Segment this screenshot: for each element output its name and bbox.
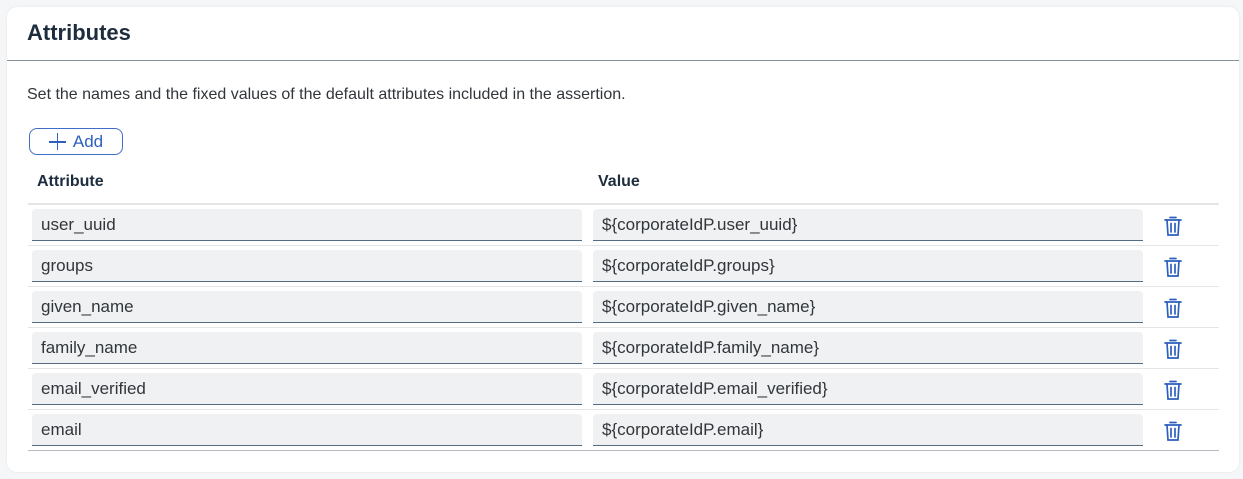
attribute-name-input[interactable]: email [32, 414, 582, 446]
table-body: user_uuid ${corporateIdP.user_uuid}groups… [28, 205, 1219, 451]
attribute-value-input[interactable]: ${corporateIdP.email} [593, 414, 1143, 446]
table-row: given_name ${corporateIdP.given_name} [28, 287, 1219, 328]
panel-description: Set the names and the fixed values of th… [27, 86, 626, 103]
add-attribute-button[interactable]: Add [29, 128, 123, 155]
trash-icon[interactable] [1163, 297, 1183, 319]
table-row: user_uuid ${corporateIdP.user_uuid} [28, 205, 1219, 246]
attributes-table: Attribute Value user_uuid ${corporateIdP.… [28, 169, 1219, 451]
attribute-value-input[interactable]: ${corporateIdP.given_name} [593, 291, 1143, 323]
trash-icon[interactable] [1163, 379, 1183, 401]
trash-icon[interactable] [1163, 256, 1183, 278]
add-button-label: Add [72, 131, 104, 151]
attribute-name-input[interactable]: email_verified [32, 373, 582, 405]
plus-icon [48, 133, 66, 150]
table-row: family_name ${corporateIdP.family_name} [28, 328, 1219, 369]
panel-header: Attributes [7, 7, 1239, 61]
attribute-name-input[interactable]: family_name [32, 332, 582, 364]
attribute-value-input[interactable]: ${corporateIdP.groups} [593, 250, 1143, 282]
attribute-value-input[interactable]: ${corporateIdP.user_uuid} [593, 209, 1143, 241]
attribute-value-input[interactable]: ${corporateIdP.email_verified} [593, 373, 1143, 405]
table-row: groups ${corporateIdP.groups} [28, 246, 1219, 287]
table-header: Attribute Value [28, 169, 1219, 205]
table-row: email_verified ${corporateIdP.email_verif… [28, 369, 1219, 410]
trash-icon[interactable] [1163, 338, 1183, 360]
attributes-panel: Attributes Set the names and the fixed v… [7, 7, 1239, 472]
trash-icon[interactable] [1163, 420, 1183, 442]
attribute-name-input[interactable]: groups [32, 250, 582, 282]
column-header-value: Value [598, 173, 640, 190]
attribute-name-input[interactable]: user_uuid [32, 209, 582, 241]
attribute-name-input[interactable]: given_name [32, 291, 582, 323]
column-header-attribute: Attribute [37, 173, 104, 190]
panel-title: Attributes [27, 19, 131, 45]
table-row: email ${corporateIdP.email} [28, 410, 1219, 451]
trash-icon[interactable] [1163, 215, 1183, 237]
attribute-value-input[interactable]: ${corporateIdP.family_name} [593, 332, 1143, 364]
